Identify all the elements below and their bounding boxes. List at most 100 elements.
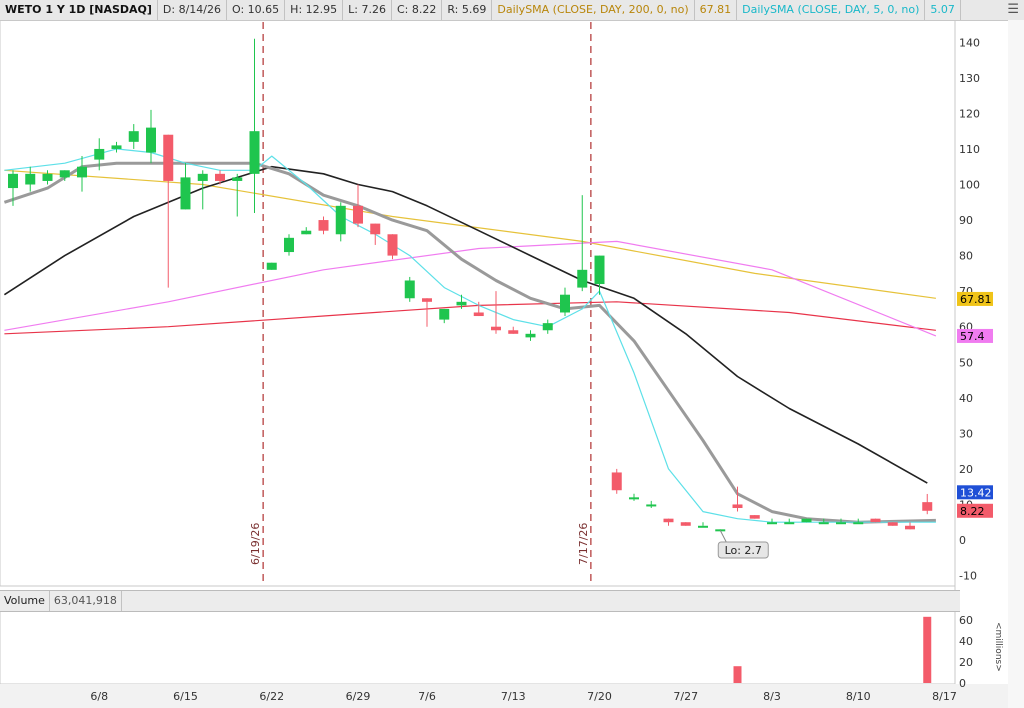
- candle-body: [491, 326, 501, 331]
- candle-body: [180, 177, 191, 210]
- time-tick-label: 7/27: [673, 690, 698, 703]
- candle-body: [784, 522, 795, 525]
- candle-body: [456, 301, 467, 306]
- candle-body: [577, 269, 588, 288]
- right-scroll-strip[interactable]: [1008, 20, 1024, 708]
- price-tick-label: 100: [959, 179, 980, 192]
- candle-body: [42, 173, 53, 181]
- range-readout: R: 5.69: [442, 0, 493, 20]
- volume-value: 63,041,918: [50, 591, 122, 611]
- time-tick-label: 8/10: [846, 690, 871, 703]
- price-tick-label: 90: [959, 214, 973, 227]
- candle-body: [663, 518, 674, 523]
- volume-tick-label: 60: [959, 614, 973, 627]
- candle-body: [301, 230, 312, 235]
- candle-body: [646, 504, 657, 507]
- price-tick-label: 140: [959, 36, 980, 49]
- candle-body: [215, 173, 225, 181]
- price-tick-label: 0: [959, 534, 966, 547]
- volume-tick-label: 40: [959, 635, 973, 648]
- panel-settings-icon[interactable]: ☰: [1002, 0, 1024, 20]
- candle-body: [801, 518, 812, 523]
- candle-body: [266, 262, 277, 270]
- volume-bar: [733, 666, 742, 683]
- candle-body: [680, 522, 691, 526]
- time-tick-label: 8/17: [932, 690, 957, 703]
- sma200-study-value: 67.81: [695, 0, 738, 20]
- price-label-text: 8.22: [960, 505, 985, 518]
- candle-body: [370, 223, 381, 235]
- time-tick-label: 6/22: [259, 690, 284, 703]
- candle-body: [94, 148, 105, 160]
- candle-body: [318, 220, 329, 231]
- candle-body: [870, 518, 881, 523]
- candle-body: [905, 525, 915, 530]
- price-tick-label: 110: [959, 143, 980, 156]
- candle-body: [611, 472, 622, 491]
- volume-tick-label: 0: [959, 677, 966, 690]
- price-tick-label: 80: [959, 250, 973, 263]
- symbol-label[interactable]: WETO 1 Y 1D [NASDAQ]: [0, 0, 158, 20]
- time-tick-label: 7/6: [418, 690, 436, 703]
- open-readout: O: 10.65: [227, 0, 286, 20]
- event-marker-label: 7/17/26: [577, 523, 590, 565]
- candle-body: [629, 497, 639, 500]
- close-readout: C: 8.22: [392, 0, 443, 20]
- time-tick-label: 6/8: [90, 690, 108, 703]
- low-annotation-label: Lo: 2.7: [725, 544, 762, 557]
- volume-panel-header: Volume 63,041,918: [0, 590, 960, 612]
- price-tick-label: 40: [959, 392, 973, 405]
- price-tick-label: -10: [959, 570, 977, 583]
- candle-body: [335, 205, 346, 235]
- volume-label[interactable]: Volume: [0, 591, 50, 611]
- candle-body: [922, 502, 933, 511]
- candle-body: [525, 333, 536, 338]
- time-tick-label: 7/13: [501, 690, 526, 703]
- candle-body: [197, 173, 208, 181]
- candle-body: [404, 280, 415, 299]
- candle-body: [111, 145, 122, 149]
- price-label-text: 57.4: [960, 330, 985, 343]
- event-marker-label: 6/19/26: [249, 523, 262, 565]
- volume-panel-bg: [0, 609, 956, 685]
- candle-body: [353, 205, 363, 224]
- time-tick-label: 6/29: [346, 690, 371, 703]
- candle-body: [25, 173, 36, 185]
- candle-body: [767, 522, 777, 525]
- high-readout: H: 12.95: [285, 0, 344, 20]
- candle-body: [77, 166, 87, 178]
- candle-body: [732, 504, 743, 509]
- candle-body: [594, 255, 605, 285]
- candle-body: [818, 522, 829, 525]
- candle-body: [836, 522, 846, 525]
- price-tick-label: 130: [959, 72, 980, 85]
- candle-body: [560, 294, 570, 313]
- candle-body: [284, 237, 294, 253]
- candle-body: [387, 234, 398, 256]
- price-tick-label: 50: [959, 356, 973, 369]
- time-tick-label: 6/15: [173, 690, 198, 703]
- candle-body: [473, 312, 484, 317]
- candle-body: [698, 525, 708, 528]
- price-label-text: 13.42: [960, 486, 992, 499]
- price-tick-label: 20: [959, 463, 973, 476]
- price-tick-label: 30: [959, 427, 973, 440]
- time-tick-label: 8/3: [763, 690, 781, 703]
- candle-body: [146, 127, 156, 153]
- candle-body: [232, 177, 243, 181]
- candle-body: [887, 522, 898, 526]
- volume-tick-label: 20: [959, 656, 973, 669]
- candle-body: [163, 134, 174, 181]
- low-readout: L: 7.26: [343, 0, 392, 20]
- price-label-text: 67.81: [960, 293, 992, 306]
- sma200-study-label[interactable]: DailySMA (CLOSE, DAY, 200, 0, no): [492, 0, 695, 20]
- sma5-study-value: 5.07: [925, 0, 961, 20]
- candle-body: [8, 173, 18, 189]
- candle-body: [59, 170, 70, 178]
- volume-bar: [923, 616, 932, 683]
- price-tick-label: 120: [959, 107, 980, 120]
- chart-header: WETO 1 Y 1D [NASDAQ] D: 8/14/26 O: 10.65…: [0, 0, 1024, 21]
- candle-body: [508, 330, 519, 334]
- sma5-study-label[interactable]: DailySMA (CLOSE, DAY, 5, 0, no): [737, 0, 926, 20]
- candle-body: [749, 515, 760, 519]
